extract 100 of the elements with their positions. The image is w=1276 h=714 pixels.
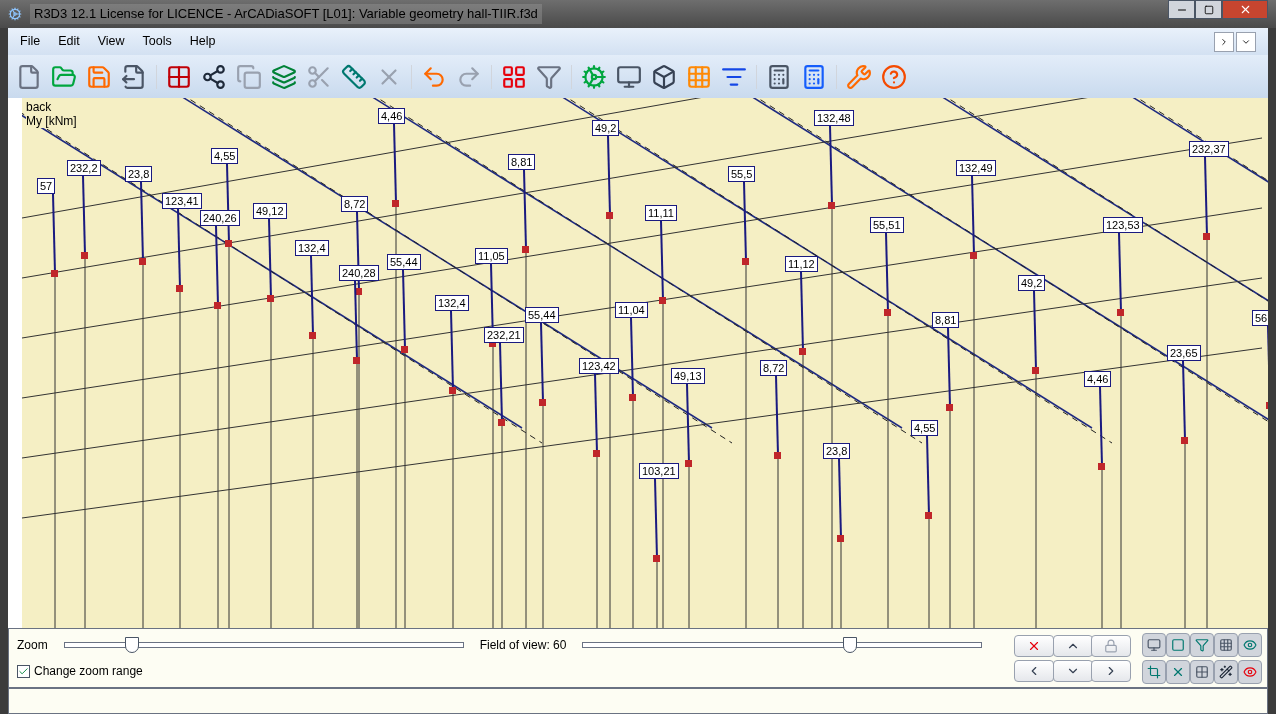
frame-icon[interactable] <box>166 63 192 90</box>
quantity-label: My [kNm] <box>26 114 77 128</box>
square-icon <box>1171 637 1186 652</box>
moment-value: 8,72 <box>760 360 788 376</box>
crop-icon <box>1147 664 1162 679</box>
folder-icon[interactable] <box>51 63 77 90</box>
moment-value: 23,8 <box>125 166 153 182</box>
moment-value: 8,81 <box>508 154 536 170</box>
window-title: R3D3 12.1 License for LICENCE - ArCADiaSOFT [L01]: Variable geometry hall-TIIR.f3d <box>30 4 542 24</box>
filter-icon[interactable] <box>536 63 562 90</box>
crop-button[interactable] <box>1142 659 1167 684</box>
app-icon <box>8 7 22 21</box>
add-square-button[interactable] <box>1166 632 1191 657</box>
zoom-label: Zoom <box>17 637 48 654</box>
lock-icon <box>1103 638 1118 653</box>
help-icon[interactable] <box>881 63 907 90</box>
wand-button[interactable] <box>1214 659 1238 684</box>
menu-item[interactable]: View <box>97 32 125 51</box>
moment-value: 123,41 <box>162 193 202 209</box>
menu-item[interactable]: Edit <box>58 32 80 51</box>
new-file-icon[interactable] <box>16 63 42 90</box>
minimize-button[interactable] <box>1168 0 1195 19</box>
save-icon[interactable] <box>86 63 112 90</box>
moment-value: 23,65 <box>1167 345 1201 361</box>
moment-value: 23,8 <box>823 443 851 459</box>
reset-view-button[interactable] <box>1014 634 1055 657</box>
moment-value: 4,55 <box>911 420 939 436</box>
cross-button[interactable] <box>1166 659 1191 684</box>
eye-icon <box>1243 664 1257 679</box>
fov-label: Field of view: 60 <box>479 637 567 654</box>
moment-value: 11,04 <box>615 302 648 318</box>
moment-value: 103,21 <box>639 463 679 479</box>
eye-button[interactable] <box>1238 632 1262 657</box>
scissors-icon[interactable] <box>306 63 332 90</box>
eye-icon <box>1243 637 1257 652</box>
chevron-right-icon <box>1219 36 1229 47</box>
moment-value: 8,72 <box>341 196 369 212</box>
wand-icon <box>1219 664 1233 679</box>
close-button[interactable] <box>1222 0 1268 19</box>
checkbox-label: Change zoom range <box>34 663 143 680</box>
moment-value: 232,2 <box>67 160 101 176</box>
window-icon[interactable] <box>616 63 642 90</box>
moment-value: 240,26 <box>200 210 240 226</box>
maximize-icon <box>1203 4 1214 15</box>
right-button[interactable] <box>1090 659 1131 682</box>
slider-thumb[interactable] <box>124 637 139 653</box>
moment-value: 11,05 <box>475 248 508 264</box>
nodes-icon[interactable] <box>201 63 227 90</box>
restore-toolbar-button[interactable] <box>1214 31 1234 52</box>
cube-icon[interactable] <box>651 63 677 90</box>
moment-value: 56 <box>1252 310 1268 326</box>
grid-button[interactable] <box>1214 632 1238 657</box>
moment-value: 123,42 <box>579 358 619 374</box>
up-button[interactable] <box>1052 634 1093 657</box>
moment-value: 4,46 <box>378 108 406 124</box>
dropdown-button[interactable] <box>1236 31 1256 52</box>
moment-value: 132,4 <box>435 295 469 311</box>
calculator-icon[interactable] <box>766 63 792 90</box>
slider-thumb[interactable] <box>843 637 858 653</box>
moment-value: 49,2 <box>592 120 620 136</box>
grid-icon <box>1219 637 1233 652</box>
moment-value: 132,49 <box>956 160 996 176</box>
moment-value: 4,46 <box>1084 371 1112 387</box>
gear-icon[interactable] <box>581 63 607 90</box>
moment-value: 232,21 <box>484 327 524 343</box>
maximize-button[interactable] <box>1195 0 1222 19</box>
moment-value: 11,12 <box>785 256 818 272</box>
monitor-icon <box>1147 637 1162 652</box>
export-icon[interactable] <box>121 63 147 90</box>
view-direction: back <box>26 100 52 114</box>
squares-icon[interactable] <box>236 63 262 90</box>
funnel-icon <box>1195 637 1209 652</box>
moment-value: 11,11 <box>645 205 677 221</box>
checkbox[interactable] <box>17 664 30 678</box>
moment-value: 55,44 <box>387 254 421 270</box>
grid-icon <box>1195 664 1209 679</box>
wrench-icon[interactable] <box>846 63 872 90</box>
moment-value: 49,12 <box>253 203 287 219</box>
moment-value: 57 <box>37 178 56 194</box>
moment-value: 4,55 <box>211 148 239 164</box>
moment-value: 49,2 <box>1018 275 1046 291</box>
moment-value: 49,13 <box>671 368 705 384</box>
moment-value: 132,48 <box>814 110 854 126</box>
moment-value: 55,44 <box>525 307 559 323</box>
moment-value: 55,51 <box>870 217 904 233</box>
menu-item[interactable]: Help <box>189 32 216 51</box>
moment-value: 240,28 <box>339 265 379 281</box>
moment-value: 232,37 <box>1189 141 1229 157</box>
lock-button[interactable] <box>1090 634 1131 657</box>
moment-value: 55,5 <box>728 166 756 182</box>
dotted-grid-button[interactable] <box>1190 659 1214 684</box>
monitor-button[interactable] <box>1142 632 1167 657</box>
moment-value: 8,81 <box>932 312 960 328</box>
moment-value: 123,53 <box>1103 217 1143 233</box>
calculator-icon[interactable] <box>801 63 827 90</box>
down-button[interactable] <box>1052 659 1093 682</box>
moment-value: 132,4 <box>295 240 329 256</box>
menu-item[interactable]: File <box>20 32 41 51</box>
left-button[interactable] <box>1014 659 1055 682</box>
menu-item[interactable]: Tools <box>142 32 172 51</box>
